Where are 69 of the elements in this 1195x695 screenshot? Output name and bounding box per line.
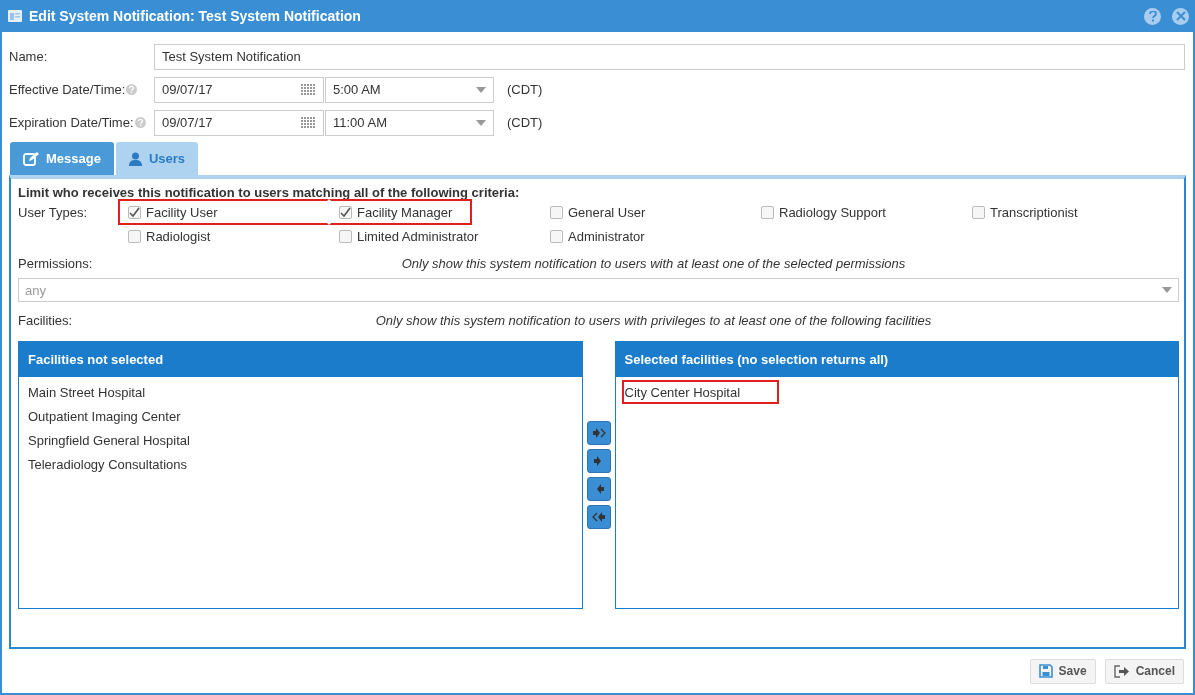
checkbox[interactable] (550, 229, 563, 243)
double-left-arrow-icon (591, 511, 606, 523)
checkbox-label: Facility Manager (357, 204, 453, 220)
time-dropdown[interactable]: 5:00 AM (325, 76, 494, 103)
move-button[interactable] (586, 421, 611, 445)
user-type-checkbox[interactable]: General User (540, 199, 751, 225)
cancel-button[interactable]: Cancel (1104, 658, 1184, 684)
move-button[interactable] (586, 505, 611, 529)
user-icon (128, 151, 142, 166)
move-button[interactable] (586, 477, 611, 501)
facility-list-item[interactable]: Main Street Hospital (25, 380, 153, 404)
permissions-label: Permissions: (18, 255, 94, 271)
user-type-checkbox[interactable]: Limited Administrator (329, 223, 540, 249)
save-button[interactable]: Save (1029, 658, 1096, 684)
dropdown-caret-icon[interactable] (476, 86, 486, 93)
time-dropdown[interactable]: 11:00 AM (325, 109, 494, 136)
user-type-checkbox[interactable]: Radiologist (118, 223, 329, 249)
field-label: Effective Date/Time: (9, 82, 154, 97)
calendar-icon[interactable] (300, 82, 316, 97)
timezone-label: (CDT) (507, 82, 543, 97)
user-type-checkbox[interactable]: Radiology Support (751, 199, 962, 225)
help-button[interactable] (1144, 7, 1161, 25)
checkbox[interactable] (128, 205, 141, 219)
edit-icon (23, 151, 39, 166)
close-button[interactable] (1172, 7, 1189, 25)
timezone-label: (CDT) (507, 115, 543, 130)
double-right-arrow-icon (591, 427, 606, 439)
facilities-label: Facilities: (18, 312, 74, 328)
facilities-hint: Only show this system notification to users with privileges to at least one of the following facilities (374, 312, 933, 328)
checkbox-label: Facility User (146, 204, 218, 220)
exit-icon (1113, 664, 1130, 678)
dropdown-caret-icon[interactable] (476, 119, 486, 126)
checkbox-label: Transcriptionist (990, 204, 1078, 220)
name-input[interactable]: Test System Notification (154, 43, 1185, 70)
facility-list-item[interactable]: Outpatient Imaging Center (25, 404, 188, 428)
checkbox-label: Administrator (568, 228, 645, 244)
window-icon (8, 10, 22, 22)
user-type-checkbox[interactable]: Administrator (540, 223, 751, 249)
calendar-icon[interactable] (300, 115, 316, 130)
help-icon (1148, 10, 1157, 22)
facility-list-item[interactable]: City Center Hospital (621, 380, 779, 404)
field-label: Expiration Date/Time: (9, 115, 154, 130)
checkbox-label: Radiology Support (779, 204, 886, 220)
date-field[interactable]: 09/07/17 (154, 76, 324, 103)
checkbox[interactable] (761, 205, 774, 219)
dropdown-caret-icon[interactable] (1162, 287, 1172, 293)
checkbox[interactable] (339, 205, 352, 219)
date-field[interactable]: 09/07/17 (154, 109, 324, 136)
checkbox[interactable] (550, 205, 563, 219)
user-type-checkbox[interactable]: Facility User (118, 199, 329, 225)
facility-list-item[interactable]: Teleradiology Consultations (25, 452, 194, 476)
checkbox[interactable] (339, 229, 352, 243)
field-label: Name: (9, 49, 49, 64)
user-type-checkbox[interactable]: Facility Manager (329, 199, 472, 225)
checkbox-label: Limited Administrator (357, 228, 479, 244)
user-type-checkbox[interactable]: Transcriptionist (962, 199, 1173, 225)
checkbox-label: General User (568, 204, 646, 220)
checkbox[interactable] (128, 229, 141, 243)
facility-list-item[interactable]: Springfield General Hospital (25, 428, 197, 452)
permissions-hint: Only show this system notification to users with at least one of the selected permissions (400, 255, 907, 271)
list-header: Facilities not selected (19, 342, 582, 377)
checkbox-label: Radiologist (146, 228, 211, 244)
move-button[interactable] (586, 449, 611, 473)
checkbox[interactable] (972, 205, 985, 219)
window-title: Edit System Notification: Test System Notification (29, 8, 362, 24)
criteria-heading: Limit who receives this notification to users matching all of the following criteria: (18, 185, 521, 200)
user-types-label: User Types: (18, 204, 89, 220)
close-icon (1175, 11, 1186, 21)
list-header: Selected facilities (no selection returns all) (615, 342, 1178, 377)
